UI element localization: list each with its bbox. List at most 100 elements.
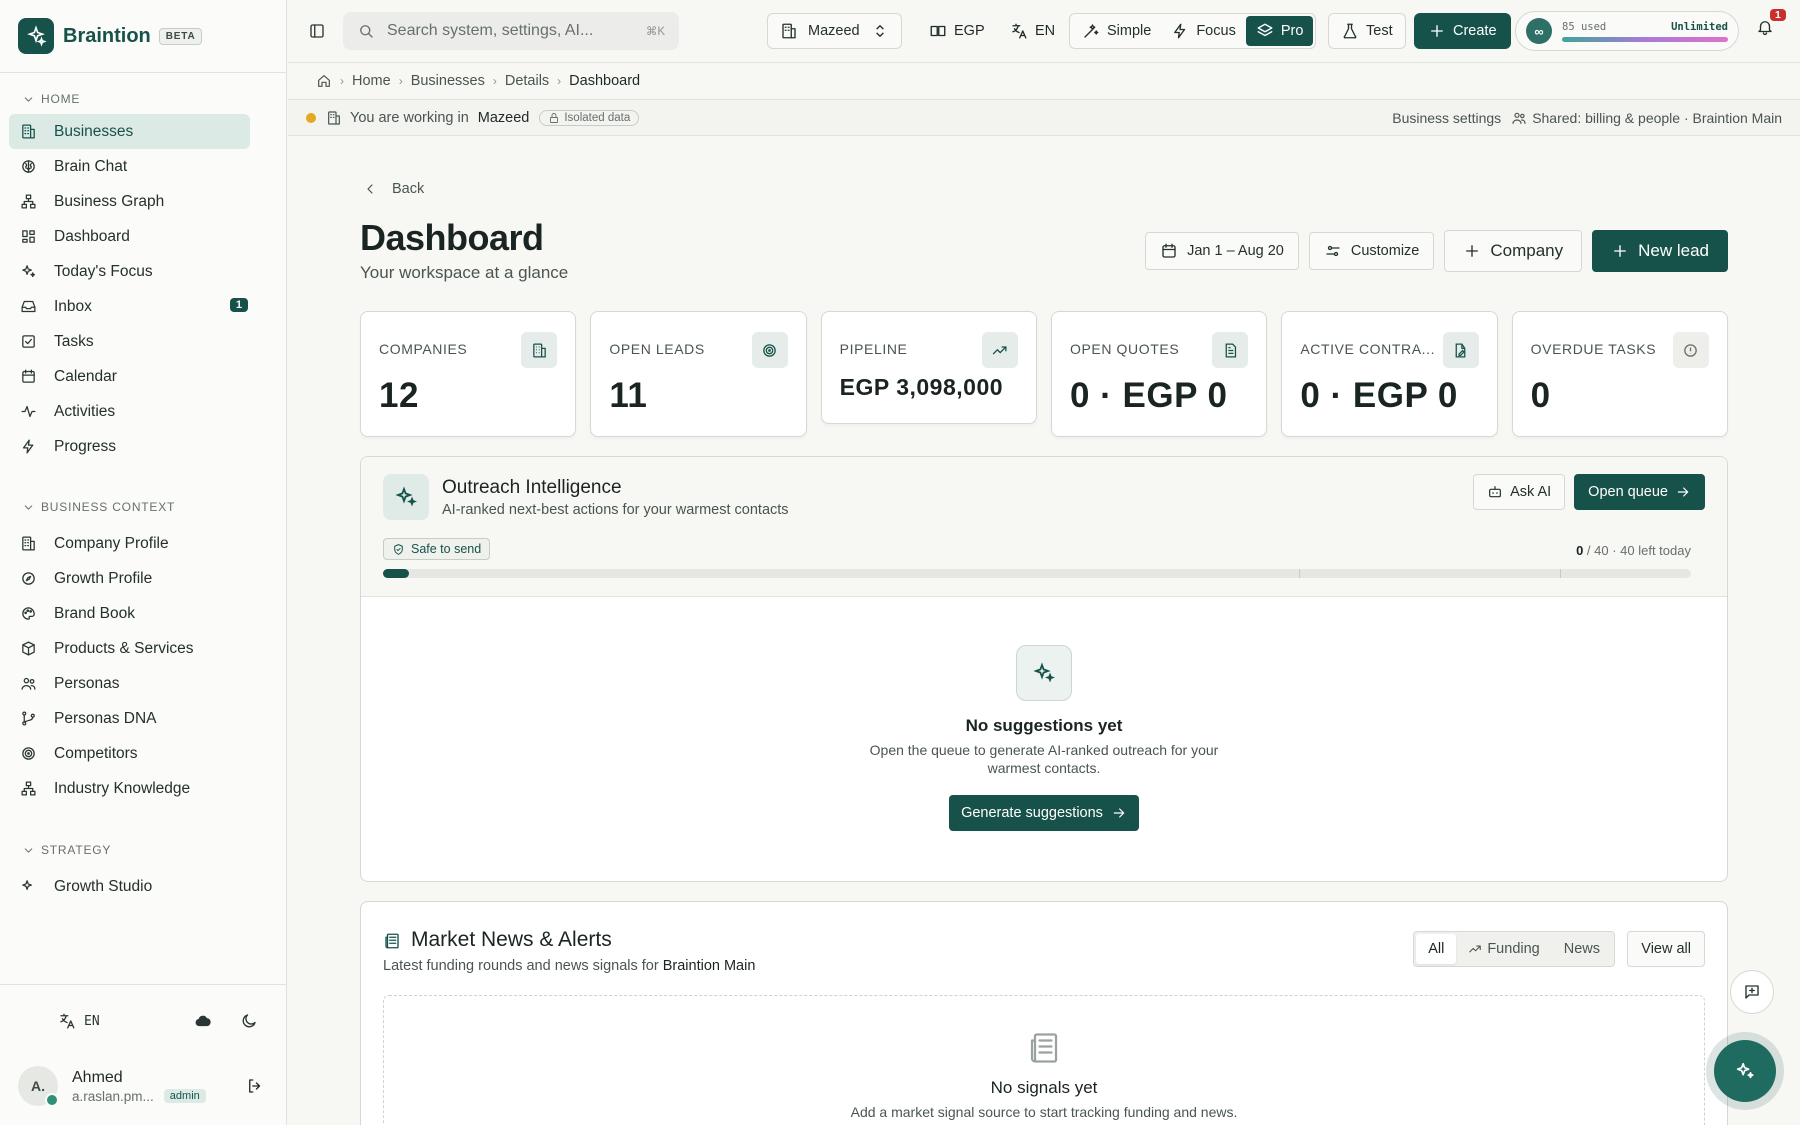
search-input[interactable]: Search system, settings, AI... ⌘K [343,12,679,50]
sidebar-item-personas[interactable]: Personas [9,666,250,701]
breadcrumb-home[interactable]: Home [352,73,391,89]
sidebar-item-personas-dna[interactable]: Personas DNA [9,701,250,736]
mode-focus[interactable]: Focus [1161,16,1246,46]
business-settings-link[interactable]: Business settings [1392,110,1501,126]
chevron-right-icon: › [492,74,497,88]
top-bar: Search system, settings, AI... ⌘K Mazeed… [288,0,1800,63]
generate-suggestions-button[interactable]: Generate suggestions [949,795,1139,831]
brand-logo-icon[interactable] [18,18,54,54]
bell-icon[interactable] [1756,18,1774,36]
filter-news[interactable]: News [1552,934,1612,964]
sidebar-item-business-graph[interactable]: Business Graph [9,184,250,219]
date-range-label: Jan 1 – Aug 20 [1187,243,1284,259]
ask-ai-button[interactable]: Ask AI [1473,474,1566,510]
stat-card-overdue-tasks[interactable]: OVERDUE TASKS 0 [1511,311,1728,437]
infinity-icon: ∞ [1526,18,1552,44]
user-profile[interactable]: A. Ahmed a.raslan.pm... admin [0,1057,286,1115]
stat-card-pipeline[interactable]: PIPELINE EGP 3,098,000 [820,311,1037,424]
breadcrumb-businesses[interactable]: Businesses [411,73,485,89]
section-home-toggle[interactable]: HOME [0,88,286,110]
stat-card-open-quotes[interactable]: OPEN QUOTES 0 · EGP 0 [1050,311,1268,437]
stat-cards: COMPANIES 12 OPEN LEADS 11 PIPELINE EGP … [360,311,1728,437]
date-range-picker[interactable]: Jan 1 – Aug 20 [1145,232,1299,270]
home-icon[interactable] [316,73,332,89]
chevron-down-icon [22,501,35,514]
plus-icon [1611,242,1629,260]
workspace-selector[interactable]: Mazeed [767,13,902,49]
empty-state-title: No suggestions yet [965,716,1123,735]
stat-value: 0 · EGP 0 [1300,376,1458,415]
sidebar-item-calendar[interactable]: Calendar [9,359,250,394]
sidebar-item-industry-knowledge[interactable]: Industry Knowledge [9,771,250,806]
compass-icon [18,570,38,587]
avatar[interactable]: A. [18,1066,59,1107]
new-lead-button[interactable]: New lead [1592,230,1728,272]
sidebar-item-label: Products & Services [54,639,194,657]
sparkle-icon [18,263,38,280]
sidebar-item-activities[interactable]: Activities [9,394,250,429]
sidebar-item-businesses[interactable]: Businesses [9,114,250,149]
ai-assistant-button[interactable] [1706,1032,1784,1110]
translate-icon [58,1012,76,1030]
stat-label: COMPANIES [379,341,468,357]
stat-card-active-contracts[interactable]: ACTIVE CONTRA... 0 · EGP 0 [1281,311,1498,437]
test-button[interactable]: Test [1328,13,1406,49]
sidebar-item-dashboard[interactable]: Dashboard [9,219,250,254]
stat-card-open-leads[interactable]: OPEN LEADS 11 [590,311,807,437]
sidebar-item-competitors[interactable]: Competitors [9,736,250,771]
sidebar-item-company-profile[interactable]: Company Profile [9,526,250,561]
back-button[interactable]: Back [362,181,424,197]
chevron-right-icon: › [340,74,344,88]
branch-icon [18,710,38,727]
view-all-button[interactable]: View all [1627,931,1705,967]
bolt-icon [18,438,38,455]
currency-selector[interactable]: EGP [929,22,985,40]
mode-label: Simple [1107,23,1152,39]
cloud-icon[interactable] [194,1012,212,1030]
section-business-context-toggle[interactable]: BUSINESS CONTEXT [0,496,286,518]
logout-icon[interactable] [246,1077,264,1095]
sidebar-toggle-icon[interactable] [308,22,326,40]
feedback-button[interactable] [1730,970,1774,1014]
mode-simple[interactable]: Simple [1072,16,1161,46]
sidebar-nav[interactable]: HOME Businesses Brain Chat Business Grap… [0,74,286,985]
open-queue-button[interactable]: Open queue [1574,474,1705,510]
sidebar-item-products-services[interactable]: Products & Services [9,631,250,666]
moon-icon[interactable] [240,1012,258,1030]
filter-funding[interactable]: Funding [1456,934,1551,964]
language-selector[interactable]: EN [1010,22,1055,40]
sidebar-item-growth-profile[interactable]: Growth Profile [9,561,250,596]
brand-name[interactable]: Braintion [63,25,151,48]
sidebar-item-inbox[interactable]: Inbox 1 [9,289,250,324]
quota-rest: / 40 · 40 left today [1586,543,1691,558]
sidebar-item-label: Company Profile [54,534,169,552]
online-status-icon [45,1093,59,1107]
sidebar-item-progress[interactable]: Progress [9,429,250,464]
page-title: Dashboard [360,217,544,258]
stat-value: 0 · EGP 0 [1069,376,1228,415]
sidebar-item-label: Tasks [54,332,94,350]
calendar-icon [18,368,38,385]
filter-all[interactable]: All [1416,934,1457,964]
sidebar-item-brand-book[interactable]: Brand Book [9,596,250,631]
stat-card-companies[interactable]: COMPANIES 12 [360,311,577,437]
sidebar-item-brain-chat[interactable]: Brain Chat [9,149,250,184]
add-company-button[interactable]: Company [1444,230,1583,272]
section-strategy-toggle[interactable]: STRATEGY [0,839,286,861]
building-icon [780,22,798,40]
language-switcher[interactable]: EN [30,1012,100,1030]
page-subtitle: Your workspace at a glance [360,263,569,282]
mode-pro[interactable]: Pro [1245,16,1314,46]
customize-button[interactable]: Customize [1308,232,1435,270]
currency-code: EGP [954,23,985,39]
panel-title: Outreach Intelligence [442,477,622,498]
usage-meter[interactable]: ∞ 85 used Unlimited [1515,11,1739,51]
chevron-updown-icon [871,22,889,40]
create-button[interactable]: Create [1414,13,1511,49]
breadcrumb-details[interactable]: Details [505,73,549,89]
arrow-right-icon [1111,805,1127,821]
sidebar-item-growth-studio[interactable]: Growth Studio [9,869,250,904]
sidebar-item-tasks[interactable]: Tasks [9,324,250,359]
sidebar-item-todays-focus[interactable]: Today's Focus [9,254,250,289]
back-label: Back [392,181,425,197]
